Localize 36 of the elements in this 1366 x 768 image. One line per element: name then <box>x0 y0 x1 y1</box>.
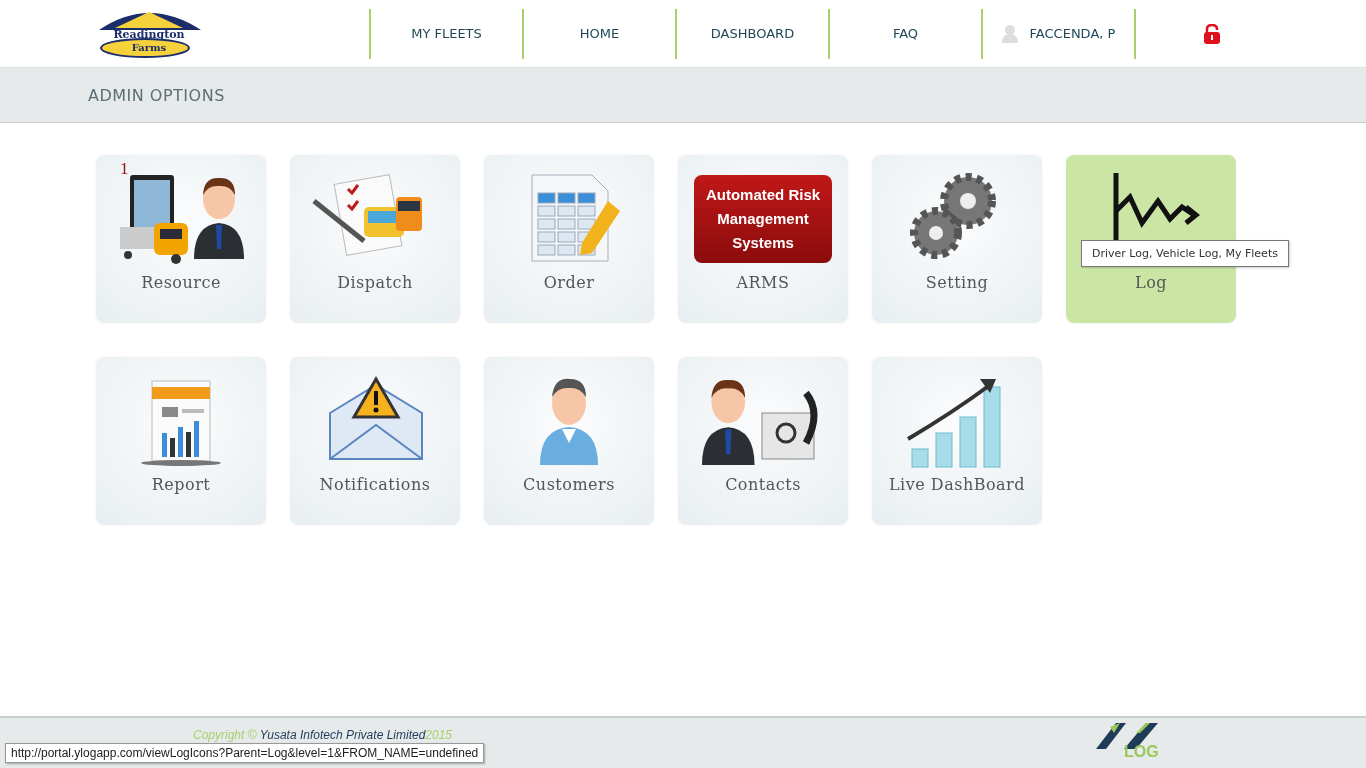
tile-label: Report <box>150 475 212 494</box>
copyright-text: Copyright © Yusata Infotech Private Limited2015 <box>193 728 453 742</box>
lock-icon <box>1203 23 1220 44</box>
menu-tile[interactable]: Order <box>484 155 654 323</box>
menu-tile[interactable]: Setting <box>872 155 1042 323</box>
nav-link[interactable]: MY FLEETS <box>369 8 522 59</box>
ylog-logo: LOG <box>1096 723 1176 765</box>
tile-label: Setting <box>924 273 990 292</box>
section-title: ADMIN OPTIONS <box>88 85 225 105</box>
nav-link[interactable]: DASHBOARD <box>675 8 828 59</box>
tile-label: Log <box>1134 273 1168 292</box>
user-menu[interactable]: FACCENDA, P <box>981 8 1136 59</box>
menu-tile[interactable]: Live DashBoard <box>872 357 1042 525</box>
nav-link[interactable]: HOME <box>522 8 675 59</box>
tile-label: Resource <box>140 273 222 292</box>
menu-tile[interactable]: Dispatch <box>290 155 460 323</box>
user-icon <box>1001 24 1018 43</box>
tile-label: ARMS <box>735 273 791 292</box>
status-bar-url: http://portal.ylogapp.com/viewLogIcons?Parent=Log&level=1&FROM_NAME=undefined <box>5 743 485 763</box>
nav-link[interactable]: FAQ <box>828 8 981 59</box>
tile-label: Order <box>542 273 596 292</box>
tile-label: Contacts <box>724 475 802 494</box>
menu-tile[interactable]: 1 Resource <box>96 155 266 323</box>
tile-label: Live DashBoard <box>887 475 1026 494</box>
tile-label: Customers <box>522 475 616 494</box>
menu-tile[interactable]: Report <box>96 357 266 525</box>
count-label: 1 <box>120 159 129 179</box>
tile-label: Notifications <box>318 475 432 494</box>
menu-tile[interactable]: Notifications <box>290 357 460 525</box>
tooltip: Driver Log, Vehicle Log, My Fleets <box>1081 240 1289 267</box>
menu-tile[interactable]: Customers <box>484 357 654 525</box>
menu-tile[interactable]: Contacts <box>678 357 848 525</box>
menu-tile[interactable]: Automated Risk Management Systems ARMS <box>678 155 848 323</box>
tile-label: Dispatch <box>336 273 414 292</box>
company-logo[interactable]: Readington Farms <box>95 7 203 60</box>
arms-logo: Automated Risk Management Systems <box>694 175 832 263</box>
